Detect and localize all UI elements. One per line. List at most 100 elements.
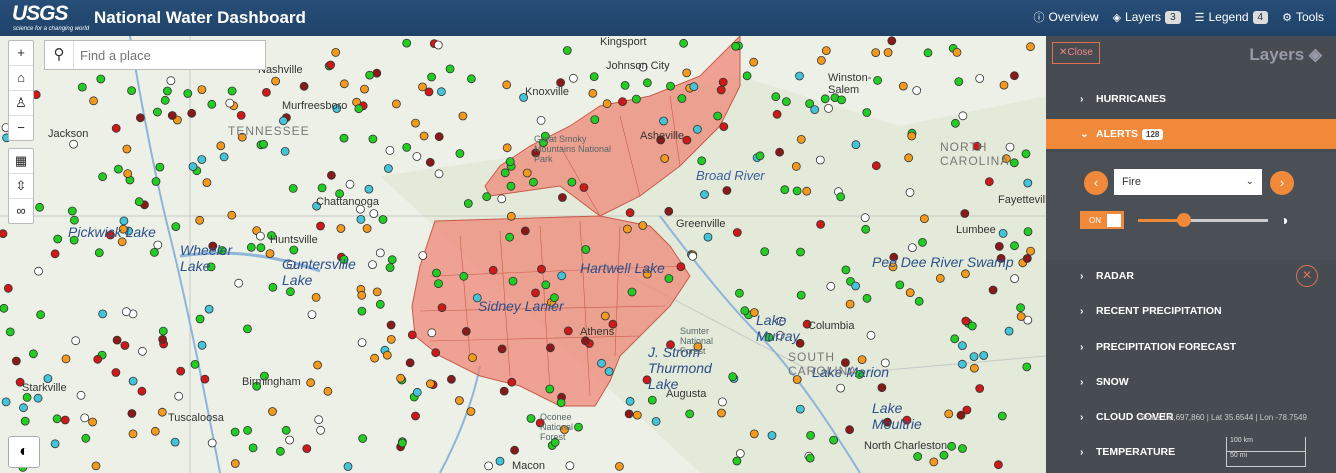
gage-site-marker[interactable] bbox=[155, 162, 165, 172]
gage-site-marker[interactable] bbox=[682, 135, 692, 145]
gage-site-marker[interactable] bbox=[590, 115, 600, 124]
remove-radar-button[interactable]: ✕ bbox=[1296, 265, 1318, 287]
gage-site-marker[interactable] bbox=[795, 71, 804, 81]
map-view[interactable]: Kingsport Johnson City Knoxville Nashvil… bbox=[0, 36, 1046, 473]
gage-site-marker[interactable] bbox=[912, 86, 922, 95]
gage-site-marker[interactable] bbox=[579, 183, 589, 192]
gage-site-marker[interactable] bbox=[984, 177, 994, 187]
gage-site-marker[interactable] bbox=[128, 376, 138, 386]
gage-site-marker[interactable] bbox=[806, 430, 815, 440]
gage-site-marker[interactable] bbox=[432, 268, 441, 278]
gage-site-marker[interactable] bbox=[505, 157, 515, 166]
gage-site-marker[interactable] bbox=[526, 414, 536, 423]
gage-site-marker[interactable] bbox=[466, 407, 476, 416]
gage-site-marker[interactable] bbox=[810, 105, 820, 114]
gage-site-marker[interactable] bbox=[386, 320, 396, 330]
gage-site-marker[interactable] bbox=[402, 38, 412, 48]
gage-site-marker[interactable] bbox=[558, 193, 567, 202]
gage-site-marker[interactable] bbox=[216, 141, 226, 151]
gage-site-marker[interactable] bbox=[93, 354, 103, 364]
section-precip-forecast[interactable]: › PRECIPITATION FORECAST bbox=[1046, 332, 1336, 362]
gage-site-marker[interactable] bbox=[488, 265, 498, 275]
gage-site-marker[interactable] bbox=[816, 219, 825, 229]
gage-site-marker[interactable] bbox=[331, 47, 341, 57]
gage-site-marker[interactable] bbox=[111, 368, 121, 377]
gage-site-marker[interactable] bbox=[69, 139, 78, 149]
gage-site-marker[interactable] bbox=[836, 383, 845, 393]
gage-site-marker[interactable] bbox=[34, 266, 43, 276]
gage-site-marker[interactable] bbox=[446, 374, 456, 384]
gage-site-marker[interactable] bbox=[904, 153, 913, 163]
gage-site-marker[interactable] bbox=[81, 433, 91, 443]
gage-site-marker[interactable] bbox=[632, 94, 641, 104]
gage-site-marker[interactable] bbox=[80, 413, 90, 423]
gage-site-marker[interactable] bbox=[792, 186, 802, 196]
gage-site-marker[interactable] bbox=[246, 242, 256, 252]
gage-site-marker[interactable] bbox=[166, 76, 176, 86]
zoom-in-button[interactable]: + bbox=[9, 41, 33, 66]
gage-site-marker[interactable] bbox=[624, 409, 634, 419]
gage-site-marker[interactable] bbox=[98, 172, 107, 182]
gage-site-marker[interactable] bbox=[829, 435, 838, 445]
gage-site-marker[interactable] bbox=[484, 461, 494, 471]
gage-site-marker[interactable] bbox=[271, 76, 281, 86]
gage-site-marker[interactable] bbox=[1023, 178, 1033, 188]
gage-site-marker[interactable] bbox=[482, 192, 492, 202]
gage-site-marker[interactable] bbox=[796, 247, 805, 257]
gage-site-marker[interactable] bbox=[722, 186, 732, 195]
gage-site-marker[interactable] bbox=[958, 341, 967, 351]
gage-site-marker[interactable] bbox=[767, 431, 777, 440]
gage-site-marker[interactable] bbox=[357, 290, 367, 300]
gage-site-marker[interactable] bbox=[127, 409, 137, 418]
gage-site-marker[interactable] bbox=[134, 197, 144, 207]
close-panel-button[interactable]: ✕Close bbox=[1052, 42, 1100, 64]
gage-site-marker[interactable] bbox=[128, 429, 138, 439]
next-alert-button[interactable]: › bbox=[1270, 171, 1294, 195]
gage-site-marker[interactable] bbox=[424, 87, 434, 97]
gage-site-marker[interactable] bbox=[581, 245, 591, 254]
gage-site-marker[interactable] bbox=[862, 293, 872, 303]
legend-button[interactable]: ☰ Legend 4 bbox=[1195, 9, 1269, 25]
gage-site-marker[interactable] bbox=[354, 104, 364, 114]
gage-site-marker[interactable] bbox=[851, 140, 861, 150]
gage-site-marker[interactable] bbox=[771, 92, 781, 102]
gage-site-marker[interactable] bbox=[703, 232, 713, 242]
gage-site-marker[interactable] bbox=[167, 111, 177, 120]
gage-site-marker[interactable] bbox=[112, 335, 122, 345]
gage-site-marker[interactable] bbox=[230, 427, 240, 437]
gage-site-marker[interactable] bbox=[360, 84, 369, 94]
gage-site-marker[interactable] bbox=[510, 445, 519, 455]
gage-site-marker[interactable] bbox=[821, 46, 831, 56]
gage-site-marker[interactable] bbox=[358, 434, 368, 443]
gage-site-marker[interactable] bbox=[61, 354, 71, 364]
gage-site-marker[interactable] bbox=[60, 415, 70, 425]
gage-site-marker[interactable] bbox=[647, 395, 657, 405]
gage-site-marker[interactable] bbox=[970, 363, 979, 373]
gage-site-marker[interactable] bbox=[529, 177, 538, 187]
gage-site-marker[interactable] bbox=[732, 228, 742, 237]
gage-site-marker[interactable] bbox=[314, 415, 324, 425]
gage-site-marker[interactable] bbox=[434, 132, 444, 142]
gage-site-marker[interactable] bbox=[434, 169, 444, 179]
gage-site-marker[interactable] bbox=[383, 164, 393, 173]
gage-site-marker[interactable] bbox=[230, 459, 240, 468]
gage-site-marker[interactable] bbox=[537, 264, 546, 274]
gage-site-marker[interactable] bbox=[375, 299, 385, 309]
gage-site-marker[interactable] bbox=[545, 384, 555, 394]
gage-site-marker[interactable] bbox=[1022, 254, 1032, 263]
gage-site-marker[interactable] bbox=[158, 326, 168, 336]
gage-site-marker[interactable] bbox=[77, 82, 87, 92]
gage-site-marker[interactable] bbox=[120, 341, 130, 350]
gage-site-marker[interactable] bbox=[563, 326, 573, 336]
gage-site-marker[interactable] bbox=[625, 208, 635, 218]
gage-site-marker[interactable] bbox=[824, 104, 833, 113]
gage-site-marker[interactable] bbox=[507, 377, 517, 387]
basemap-tool-button[interactable]: ▦ bbox=[9, 149, 33, 174]
gage-site-marker[interactable] bbox=[67, 206, 77, 216]
gage-site-marker[interactable] bbox=[651, 416, 661, 426]
gage-site-marker[interactable] bbox=[313, 360, 323, 370]
gage-site-marker[interactable] bbox=[326, 60, 336, 70]
gage-site-marker[interactable] bbox=[508, 276, 518, 286]
gage-site-marker[interactable] bbox=[775, 147, 784, 157]
gage-site-marker[interactable] bbox=[581, 336, 590, 346]
